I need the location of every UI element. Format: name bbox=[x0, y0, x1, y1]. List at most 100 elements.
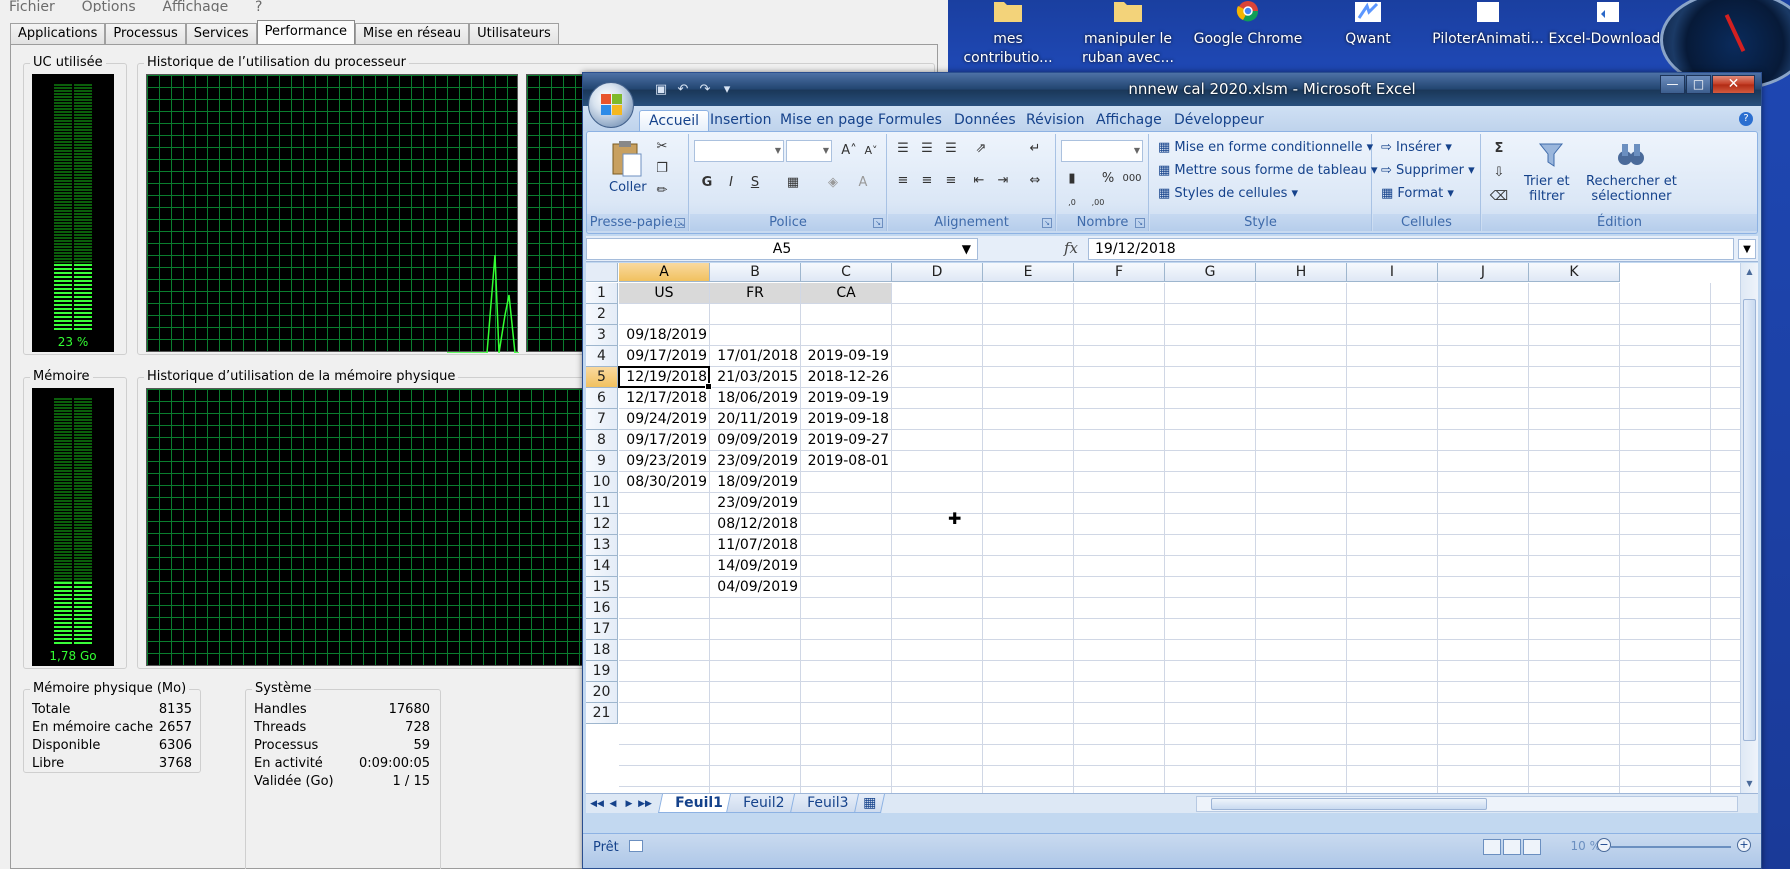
binoculars-icon[interactable] bbox=[1616, 140, 1646, 170]
row-header-17[interactable]: 17 bbox=[586, 619, 618, 640]
cell-c7[interactable]: 2019-09-18 bbox=[801, 409, 892, 430]
row-header-20[interactable]: 20 bbox=[586, 682, 618, 703]
tab-affichage[interactable]: Affichage bbox=[1087, 110, 1171, 131]
zoom-slider[interactable] bbox=[1611, 846, 1731, 848]
row-header-1[interactable]: 1 bbox=[586, 283, 618, 304]
maximize-button[interactable]: □ bbox=[1686, 75, 1711, 94]
vertical-scrollbar[interactable]: ▲ ▼ bbox=[1740, 263, 1758, 793]
column-header-k[interactable]: K bbox=[1529, 263, 1620, 282]
row-header-9[interactable]: 9 bbox=[586, 451, 618, 472]
row-header-2[interactable]: 2 bbox=[586, 304, 618, 325]
row-header-7[interactable]: 7 bbox=[586, 409, 618, 430]
row-header-5[interactable]: 5 bbox=[586, 367, 618, 388]
row-header-4[interactable]: 4 bbox=[586, 346, 618, 367]
column-header-d[interactable]: D bbox=[892, 263, 983, 282]
close-button[interactable]: ✕ bbox=[1712, 75, 1755, 94]
font-name-dropdown[interactable]: ▼ bbox=[694, 140, 784, 162]
font-size-dropdown[interactable]: ▼ bbox=[786, 140, 832, 162]
increase-decimal-button[interactable]: ,0 ,00 bbox=[1061, 192, 1083, 229]
menu-options[interactable]: Options bbox=[82, 0, 136, 12]
cell-b6[interactable]: 18/06/2019 bbox=[710, 388, 801, 409]
macro-record-icon[interactable] bbox=[629, 840, 643, 852]
align-middle-icon[interactable]: ☰ bbox=[916, 138, 938, 160]
format-cells-button[interactable]: ▦ Format ▾ bbox=[1381, 186, 1454, 201]
tab-users[interactable]: Utilisateurs bbox=[469, 23, 559, 44]
number-launcher-icon[interactable]: ↘ bbox=[1135, 218, 1145, 228]
increase-indent-icon[interactable]: ⇥ bbox=[992, 170, 1014, 192]
column-header-b[interactable]: B bbox=[710, 263, 801, 282]
accounting-format-icon[interactable]: ▮ bbox=[1061, 168, 1083, 190]
office-button[interactable] bbox=[588, 82, 634, 128]
column-header-f[interactable]: F bbox=[1074, 263, 1165, 282]
row-header-6[interactable]: 6 bbox=[586, 388, 618, 409]
next-sheet-icon[interactable]: ▶ bbox=[622, 796, 636, 812]
row-header-19[interactable]: 19 bbox=[586, 661, 618, 682]
row-header-14[interactable]: 14 bbox=[586, 556, 618, 577]
grow-font-icon[interactable]: A˄ bbox=[838, 140, 860, 162]
cell-c4[interactable]: 2019-09-19 bbox=[801, 346, 892, 367]
desktop-icon-contributions[interactable]: mes contributio... bbox=[948, 0, 1068, 68]
sort-filter-icon[interactable] bbox=[1536, 140, 1566, 170]
vertical-scroll-thumb[interactable] bbox=[1743, 299, 1756, 741]
desktop-icon-chrome[interactable]: Google Chrome bbox=[1188, 0, 1308, 49]
row-header-8[interactable]: 8 bbox=[586, 430, 618, 451]
cell-b12[interactable]: 08/12/2018 bbox=[710, 514, 801, 535]
desktop-icon-qwant[interactable]: Qwant bbox=[1308, 0, 1428, 49]
format-painter-icon[interactable]: ✏ bbox=[651, 180, 673, 202]
row-header-15[interactable]: 15 bbox=[586, 577, 618, 598]
horizontal-scrollbar[interactable] bbox=[1196, 796, 1738, 812]
italic-button[interactable]: I bbox=[720, 172, 742, 194]
last-sheet-icon[interactable]: ▶▶ bbox=[638, 796, 652, 812]
desktop-icon-piloter[interactable]: PiloterAnimati... bbox=[1428, 0, 1548, 49]
prev-sheet-icon[interactable]: ◀ bbox=[606, 796, 620, 812]
row-header-13[interactable]: 13 bbox=[586, 535, 618, 556]
conditional-formatting-button[interactable]: ▦ Mise en forme conditionnelle ▾ bbox=[1158, 140, 1373, 155]
tab-insertion[interactable]: Insertion bbox=[701, 110, 780, 131]
cell-b9[interactable]: 23/09/2019 bbox=[710, 451, 801, 472]
formula-input[interactable]: 19/12/2018 bbox=[1088, 238, 1734, 260]
cell-b11[interactable]: 23/09/2019 bbox=[710, 493, 801, 514]
cell-b7[interactable]: 20/11/2019 bbox=[710, 409, 801, 430]
cell-b4[interactable]: 17/01/2018 bbox=[710, 346, 801, 367]
tab-services[interactable]: Services bbox=[185, 23, 257, 44]
menu-help[interactable]: ? bbox=[255, 0, 262, 12]
shrink-font-icon[interactable]: A˅ bbox=[860, 140, 882, 162]
column-header-e[interactable]: E bbox=[983, 263, 1074, 282]
scroll-up-icon[interactable]: ▲ bbox=[1743, 265, 1756, 279]
tab-revision[interactable]: Révision bbox=[1017, 110, 1094, 131]
autosum-button[interactable]: Σ bbox=[1488, 138, 1510, 160]
column-header-h[interactable]: H bbox=[1256, 263, 1347, 282]
column-header-c[interactable]: C bbox=[801, 263, 892, 282]
cell-c8[interactable]: 2019-09-27 bbox=[801, 430, 892, 451]
insert-sheet-icon[interactable]: ▦ bbox=[853, 794, 886, 813]
cell-a7[interactable]: 09/24/2019 bbox=[619, 409, 710, 430]
tab-accueil[interactable]: Accueil bbox=[639, 110, 709, 131]
tab-donnees[interactable]: Données bbox=[945, 110, 1025, 131]
column-header-i[interactable]: I bbox=[1347, 263, 1438, 282]
percent-button[interactable]: % bbox=[1097, 168, 1119, 190]
row-header-3[interactable]: 3 bbox=[586, 325, 618, 346]
insert-function-icon[interactable]: fx bbox=[1064, 239, 1078, 257]
tab-formules[interactable]: Formules bbox=[869, 110, 951, 131]
select-all-button[interactable] bbox=[586, 263, 618, 282]
tab-mise-en-page[interactable]: Mise en page bbox=[771, 110, 882, 131]
font-launcher-icon[interactable]: ↘ bbox=[873, 218, 883, 228]
tab-processes[interactable]: Processus bbox=[105, 23, 186, 44]
align-bottom-icon[interactable]: ☰ bbox=[940, 138, 962, 160]
bold-button[interactable]: G bbox=[696, 172, 718, 194]
cell-b15[interactable]: 04/09/2019 bbox=[710, 577, 801, 598]
cell-b13[interactable]: 11/07/2018 bbox=[710, 535, 801, 556]
paste-icon[interactable] bbox=[609, 140, 645, 178]
column-header-a[interactable]: A bbox=[619, 263, 710, 282]
cell-a1[interactable]: US bbox=[619, 283, 709, 303]
copy-icon[interactable]: ❐ bbox=[651, 158, 673, 180]
cell-b8[interactable]: 09/09/2019 bbox=[710, 430, 801, 451]
help-icon[interactable]: ? bbox=[1739, 112, 1753, 126]
align-left-icon[interactable]: ≡ bbox=[892, 170, 914, 192]
expand-formula-icon[interactable]: ▼ bbox=[1738, 239, 1756, 259]
chevron-down-icon[interactable]: ▼ bbox=[962, 239, 971, 259]
page-break-view-icon[interactable] bbox=[1523, 839, 1541, 855]
clipboard-launcher-icon[interactable]: ↘ bbox=[675, 218, 685, 228]
cell-styles-button[interactable]: ▦ Styles de cellules ▾ bbox=[1158, 186, 1298, 201]
insert-cells-button[interactable]: ⇨ Insérer ▾ bbox=[1381, 140, 1452, 155]
